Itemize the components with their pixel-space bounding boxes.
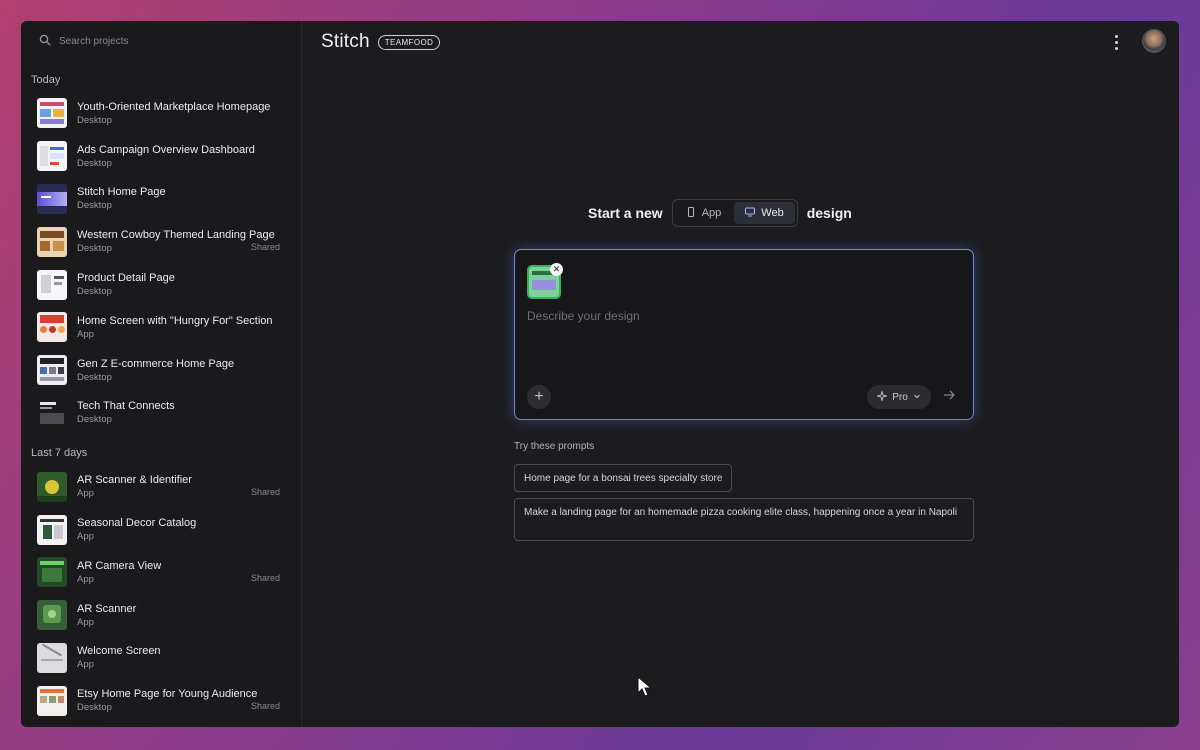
project-thumbnail <box>37 685 67 716</box>
page-headline: Start a new App Web design <box>588 199 852 227</box>
project-title: Home Screen with "Hungry For" Section <box>77 314 273 327</box>
try-prompts-label: Try these prompts <box>514 441 595 452</box>
project-item[interactable]: Gen Z E-commerce Home Page Desktop <box>21 349 301 392</box>
project-title: Ads Campaign Overview Dashboard <box>77 143 255 156</box>
project-type: App <box>77 531 94 543</box>
add-attachment-button[interactable]: + <box>527 385 551 409</box>
search-input[interactable]: Search projects <box>59 36 128 47</box>
arrow-right-icon <box>943 388 955 406</box>
avatar[interactable] <box>1142 29 1166 53</box>
section-label-today: Today <box>31 74 61 86</box>
toggle-app-label: App <box>701 207 722 219</box>
app-logo[interactable]: Stitch <box>321 31 370 53</box>
mouse-cursor-icon <box>637 676 653 697</box>
prompt-suggestion[interactable]: Make a landing page for an homemade pizz… <box>514 498 974 541</box>
project-title: AR Scanner <box>77 602 137 615</box>
project-thumbnail <box>37 600 67 631</box>
toggle-web-label: Web <box>761 207 784 219</box>
project-title: Gen Z E-commerce Home Page <box>77 357 235 370</box>
project-item[interactable]: Etsy Home Page for Young Audience Deskto… <box>21 679 301 722</box>
close-icon[interactable]: ✕ <box>550 263 563 276</box>
project-thumbnail <box>37 355 67 386</box>
main-panel: Stitch TEAMFOOD Start a new App Web desi… <box>302 21 1179 727</box>
headline-suffix: design <box>806 205 852 221</box>
project-type: Desktop <box>77 200 112 212</box>
project-item[interactable]: Tech That Connects Desktop <box>21 392 301 435</box>
top-bar: Stitch TEAMFOOD <box>302 21 1179 63</box>
project-type: Desktop <box>77 243 112 255</box>
prompt-input[interactable]: Describe your design <box>527 309 640 323</box>
project-type: Desktop <box>77 702 112 714</box>
project-thumbnail <box>37 269 67 300</box>
project-thumbnail <box>37 312 67 343</box>
project-item[interactable]: Youth-Oriented Marketplace Homepage Desk… <box>21 92 301 135</box>
project-item[interactable]: AR Scanner & Identifier App Shared <box>21 465 301 508</box>
sidebar: Search projects Today Youth-Oriented Mar… <box>21 21 302 727</box>
project-title: AR Scanner & Identifier <box>77 474 192 487</box>
project-title: Etsy Home Page for Young Audience <box>77 688 258 701</box>
project-item[interactable]: Stitch Home Page Desktop <box>21 178 301 221</box>
project-type: App <box>77 328 94 340</box>
project-type: Desktop <box>77 414 112 426</box>
send-button[interactable] <box>937 385 961 409</box>
search-icon <box>39 34 51 49</box>
project-item[interactable]: AR Scanner App <box>21 594 301 637</box>
project-thumbnail <box>37 141 67 172</box>
project-title: Stitch Home Page <box>77 186 166 199</box>
project-thumbnail <box>37 226 67 257</box>
project-type: App <box>77 659 94 671</box>
project-type: App <box>77 616 94 628</box>
sparkle-icon <box>876 389 889 404</box>
shared-badge: Shared <box>250 242 280 253</box>
project-thumbnail <box>37 471 67 502</box>
project-type: Desktop <box>77 286 112 298</box>
project-item[interactable]: Ads Campaign Overview Dashboard Desktop <box>21 135 301 178</box>
project-thumbnail <box>37 183 67 214</box>
project-item[interactable]: Seasonal Decor Catalog App <box>21 508 301 551</box>
prompt-box: ✕ Describe your design + Pro <box>514 249 974 420</box>
section-label-last-7-days: Last 7 days <box>31 447 88 460</box>
model-label: Pro <box>892 391 908 403</box>
project-thumbnail <box>37 98 67 129</box>
project-title: Youth-Oriented Marketplace Homepage <box>77 100 271 113</box>
project-thumbnail <box>37 514 67 545</box>
project-thumbnail <box>37 557 67 588</box>
app-window: Search projects Today Youth-Oriented Mar… <box>21 21 1179 727</box>
prompt-suggestion[interactable]: Home page for a bonsai trees specialty s… <box>514 464 733 492</box>
project-type: App <box>77 573 94 585</box>
project-item[interactable]: Product Detail Page Desktop <box>21 263 301 306</box>
model-select-button[interactable]: Pro <box>867 385 931 409</box>
chevron-down-icon <box>913 392 921 403</box>
monitor-icon <box>745 207 756 220</box>
project-thumbnail <box>37 642 67 673</box>
phone-icon <box>686 206 696 220</box>
project-title: Welcome Screen <box>77 645 161 658</box>
project-item[interactable]: Western Cowboy Themed Landing Page Deskt… <box>21 220 301 263</box>
platform-toggle: App Web <box>671 199 798 227</box>
headline-prefix: Start a new <box>588 205 663 221</box>
workspace-badge: TEAMFOOD <box>377 34 441 50</box>
project-title: Tech That Connects <box>77 400 175 413</box>
project-item[interactable]: Home Screen with "Hungry For" Section Ap… <box>21 306 301 349</box>
project-type: Desktop <box>77 157 112 169</box>
toggle-web[interactable]: Web <box>734 202 795 224</box>
search-bar[interactable]: Search projects <box>21 21 301 61</box>
shared-badge: Shared <box>250 701 280 712</box>
shared-badge: Shared <box>250 487 280 498</box>
project-item[interactable]: AR Camera View App Shared <box>21 551 301 594</box>
project-type: Desktop <box>77 114 112 126</box>
project-type: Desktop <box>77 371 112 383</box>
project-title: Seasonal Decor Catalog <box>77 517 197 530</box>
project-title: AR Camera View <box>77 559 162 572</box>
project-item[interactable]: Welcome Screen App <box>21 637 301 680</box>
toggle-app[interactable]: App <box>675 202 733 224</box>
project-title: Western Cowboy Themed Landing Page <box>77 229 275 242</box>
project-type: App <box>77 488 94 500</box>
project-thumbnail <box>37 397 67 428</box>
project-title: Product Detail Page <box>77 272 175 285</box>
shared-badge: Shared <box>250 572 280 583</box>
more-options-icon[interactable] <box>1108 33 1124 51</box>
